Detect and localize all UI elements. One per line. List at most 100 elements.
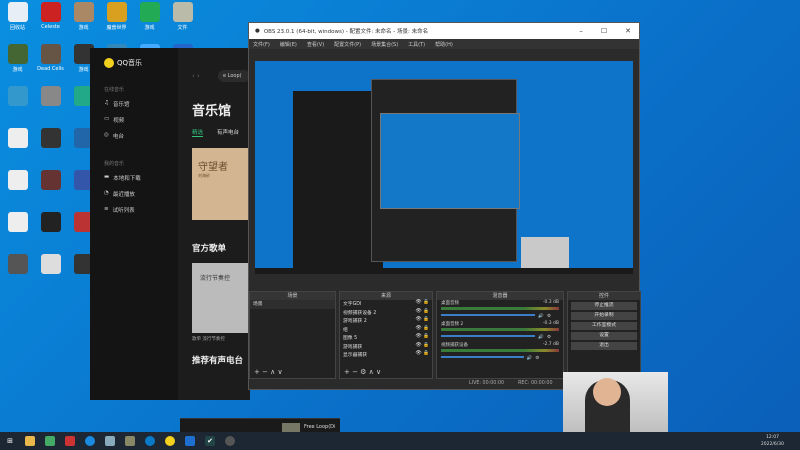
nav-arrows[interactable]: ‹ › — [192, 72, 200, 80]
desktop-icon[interactable] — [35, 212, 66, 254]
app-icon[interactable] — [145, 436, 155, 446]
sidebar-item-video[interactable]: ▭ 视频 — [104, 116, 124, 124]
app-icon[interactable] — [125, 436, 135, 446]
desktop-icon[interactable]: 魔兽世界 — [101, 2, 132, 44]
menu-item[interactable]: 编辑(E) — [280, 41, 297, 48]
visibility-lock-icons[interactable]: 👁 🔒 — [415, 334, 429, 343]
control-button[interactable]: 工作室模式 — [571, 322, 637, 330]
desktop-icon[interactable] — [2, 170, 33, 212]
qq-music-taskbar-icon[interactable] — [165, 436, 175, 446]
menu-item[interactable]: 场景集合(S) — [371, 41, 398, 48]
app-icon[interactable] — [65, 436, 75, 446]
source-item[interactable]: 视频捕获设备 2 👁 🔒 — [340, 309, 432, 318]
source-item[interactable]: 显示器捕获 👁 🔒 — [340, 351, 432, 360]
desktop-icon-image — [7, 2, 28, 22]
control-button[interactable]: 停止推流 — [571, 302, 637, 310]
visibility-lock-icons[interactable]: 👁 🔒 — [415, 343, 429, 352]
desktop-icon-image — [40, 128, 61, 148]
mixer-channel: 视频捕获设备 -2.7 dB 🔊 ⚙ — [437, 342, 563, 363]
tab-audio-radio[interactable]: 有声电台 — [217, 128, 239, 137]
control-button[interactable]: 退出 — [571, 342, 637, 350]
start-icon[interactable]: ⊞ — [5, 436, 15, 446]
playlist-cover[interactable]: 流行节奏控 — [192, 263, 250, 333]
desktop-icon[interactable]: 游戏 — [68, 2, 99, 44]
visibility-lock-icons[interactable]: 👁 🔒 — [415, 326, 429, 335]
menu-item[interactable]: 查看(V) — [307, 41, 324, 48]
control-button[interactable]: 设置 — [571, 332, 637, 340]
source-item[interactable]: 组 👁 🔒 — [340, 326, 432, 335]
app-icon[interactable] — [185, 436, 195, 446]
volume-slider[interactable] — [441, 314, 536, 316]
source-item[interactable]: 游戏捕获 👁 🔒 — [340, 343, 432, 352]
scene-toolbar[interactable]: + − ∧ ∨ — [254, 368, 283, 376]
desktop-icon-image — [40, 212, 61, 232]
app-icon[interactable] — [85, 436, 95, 446]
desktop-icon[interactable]: Dead Cells — [35, 44, 66, 86]
muted-speaker-icon[interactable]: 🔊 — [527, 356, 533, 361]
visibility-lock-icons[interactable]: 👁 🔒 — [415, 300, 429, 309]
menu-item[interactable]: 文件(F) — [253, 41, 270, 48]
desktop-icon[interactable] — [35, 170, 66, 212]
desktop-icon[interactable] — [2, 86, 33, 128]
rec-time: REC: 00:00:00 — [518, 381, 553, 386]
speaker-icon[interactable]: 🔊 — [538, 335, 544, 340]
desktop-icon-image — [73, 2, 94, 22]
sidebar-item-local[interactable]: ▬ 本地和下载 — [104, 174, 141, 182]
desktop-icon-image — [40, 86, 61, 106]
minimize-button[interactable]: – — [579, 27, 583, 35]
sidebar-item-recent[interactable]: ◔ 最近播放 — [104, 190, 135, 198]
sidebar-item-trial[interactable]: ≡ 试听列表 — [104, 206, 135, 214]
qq-sidebar: QQ音乐 在线音乐 ♫ 音乐馆 ▭ 视频 ◎ 电台 我的音乐 ▬ 本地和下载 ◔ 最近播放… — [90, 48, 178, 400]
menu-item[interactable]: 配置文件(P) — [334, 41, 361, 48]
volume-slider[interactable] — [441, 356, 524, 358]
gear-icon[interactable]: ⚙ — [547, 314, 551, 319]
preview-canvas[interactable] — [255, 61, 633, 274]
monitor-icon: ▬ — [104, 174, 110, 180]
volume-slider[interactable] — [441, 335, 536, 337]
speaker-icon[interactable]: 🔊 — [538, 314, 544, 319]
visibility-lock-icons[interactable]: 👁 🔒 — [415, 309, 429, 318]
scene-item[interactable]: 场景 — [250, 300, 335, 309]
control-button[interactable]: 开始录制 — [571, 312, 637, 320]
desktop-icon[interactable]: 文件 — [167, 2, 198, 44]
desktop-icon[interactable] — [2, 128, 33, 170]
gear-icon[interactable]: ⚙ — [535, 356, 539, 361]
sidebar-item-music-hall[interactable]: ♫ 音乐馆 — [104, 100, 129, 108]
desktop-icon[interactable] — [2, 212, 33, 254]
desktop-icon[interactable] — [2, 254, 33, 296]
desktop-icon[interactable]: 游戏 — [134, 2, 165, 44]
clock[interactable]: 12:07 2022/6/30 — [761, 434, 784, 448]
video-icon: ▭ — [104, 116, 110, 122]
source-item[interactable]: 文字GDI 👁 🔒 — [340, 300, 432, 309]
file-explorer-icon[interactable] — [25, 436, 35, 446]
obs-taskbar-icon[interactable] — [225, 436, 235, 446]
desktop-icon[interactable]: Celeste — [35, 2, 66, 44]
desktop-icon[interactable] — [35, 86, 66, 128]
search-input[interactable]: e Loop( — [218, 70, 250, 82]
app-icon[interactable] — [105, 436, 115, 446]
desktop-icon[interactable]: 游戏 — [2, 44, 33, 86]
maximize-button[interactable]: ☐ — [601, 27, 607, 35]
sidebar-item-radio[interactable]: ◎ 电台 — [104, 132, 124, 140]
desktop-icon[interactable] — [35, 254, 66, 296]
close-button[interactable]: ✕ — [625, 27, 631, 35]
gear-icon[interactable]: ⚙ — [547, 335, 551, 340]
menu-item[interactable]: 帮助(H) — [435, 41, 453, 48]
desktop-icon[interactable]: 回收站 — [2, 2, 33, 44]
visibility-lock-icons[interactable]: 👁 🔒 — [415, 317, 429, 326]
steam-icon[interactable]: ✔ — [205, 436, 215, 446]
banner-card[interactable]: 守望者 刘海砂 — [192, 148, 250, 220]
source-toolbar[interactable]: + − ⚙ ∧ ∨ — [344, 368, 381, 376]
desktop-icon-image — [172, 2, 193, 22]
menu-item[interactable]: 工具(T) — [408, 41, 425, 48]
source-item[interactable]: 图像 5 👁 🔒 — [340, 334, 432, 343]
source-item[interactable]: 游戏捕获 2 👁 🔒 — [340, 317, 432, 326]
desktop-icon-image — [7, 44, 28, 64]
tab-featured[interactable]: 精选 — [192, 128, 204, 137]
clock-icon: ◔ — [104, 190, 109, 196]
desktop-icon-image — [40, 2, 61, 22]
app-icon[interactable] — [45, 436, 55, 446]
visibility-lock-icons[interactable]: 👁 🔒 — [415, 351, 429, 360]
source-label: 游戏捕获 — [343, 344, 363, 350]
desktop-icon[interactable] — [35, 128, 66, 170]
